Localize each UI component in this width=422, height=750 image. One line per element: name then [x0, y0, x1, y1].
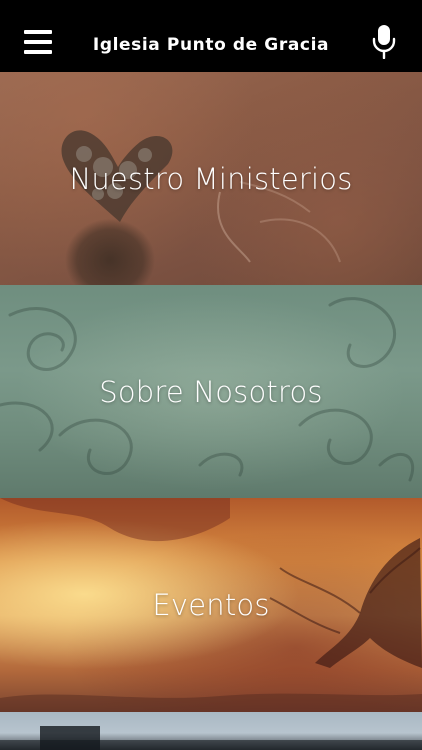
app-screen: Iglesia Punto de Gracia Nuestro Minister…	[0, 0, 422, 750]
tile-nuestro-ministerios[interactable]: Nuestro Ministerios	[0, 72, 422, 285]
tile-label: Nuestro Ministerios	[69, 161, 353, 196]
hamburger-menu-icon[interactable]	[24, 30, 52, 54]
tile-background-image	[0, 712, 422, 750]
microphone-icon[interactable]	[372, 25, 396, 60]
top-bar: Iglesia Punto de Gracia	[0, 0, 422, 72]
tile-label: Sobre Nosotros	[99, 374, 323, 409]
app-title: Iglesia Punto de Gracia	[92, 35, 330, 55]
tile-label: Eventos	[152, 588, 270, 622]
tile-eventos[interactable]: Eventos	[0, 498, 422, 712]
tile-partial-bottom[interactable]	[0, 712, 422, 750]
tile-sobre-nosotros[interactable]: Sobre Nosotros	[0, 285, 422, 498]
